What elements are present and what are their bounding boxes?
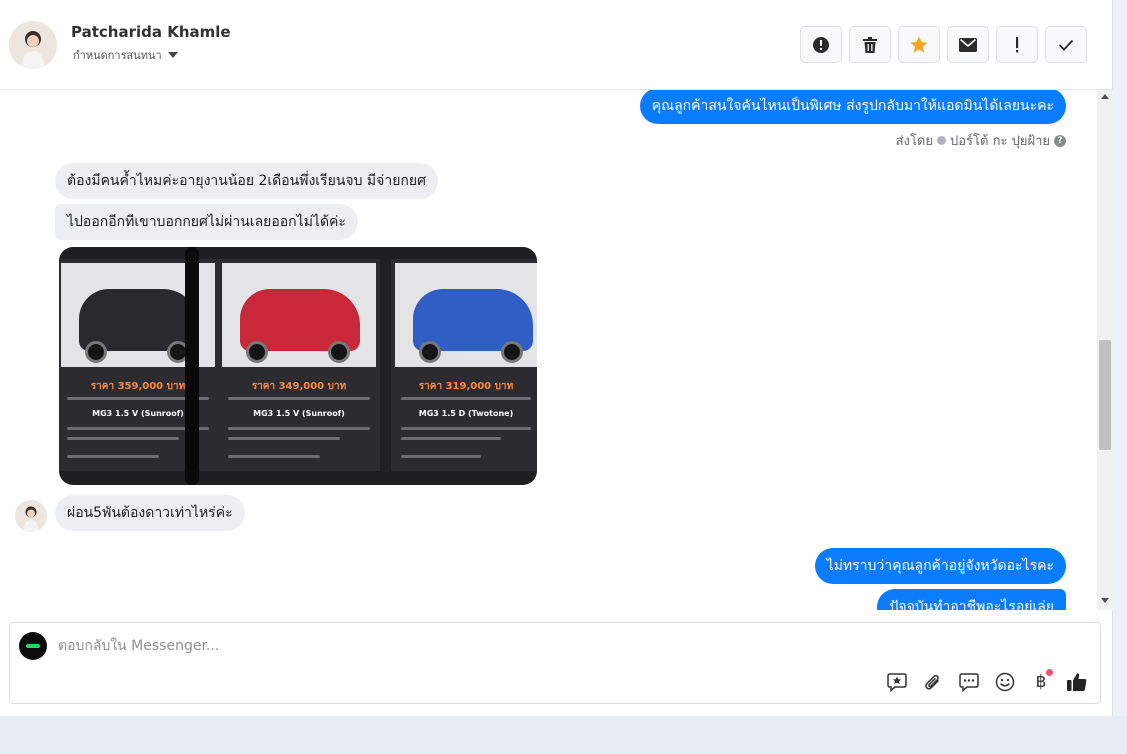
message-thread[interactable]: คุณลูกค้าสนใจคันไหนเป็นพิเศษ ส่งรูปกลับม… — [0, 90, 1097, 610]
sticker-button[interactable] — [884, 669, 910, 695]
image-attachment[interactable]: ราคา 359,000 บาท MG3 1.5 V (Sunroof) ราค… — [59, 247, 537, 485]
payment-button[interactable]: ฿ — [1028, 669, 1054, 695]
message-incoming[interactable]: ผ่อน5พันต้องดาวเท่าไหร่ค่ะ — [55, 495, 245, 531]
car-model: MG3 1.5 V (Sunroof) — [253, 409, 345, 418]
saved-reply-icon — [959, 673, 979, 692]
sent-by-label: ส่งโดย — [895, 134, 933, 149]
conversation-panel: Patcharida Khamle กำหนดการสนทนา คุณลูกค้… — [0, 0, 1113, 716]
star-button[interactable] — [898, 26, 940, 63]
assign-conversation-dropdown[interactable]: กำหนดการสนทนา — [73, 46, 178, 64]
attach-button[interactable] — [920, 669, 946, 695]
header-actions — [800, 26, 1087, 63]
car-listing-image: ราคา 349,000 บาท MG3 1.5 V (Sunroof) — [218, 259, 380, 471]
exclamation-icon — [1016, 36, 1019, 52]
window-edge — [1113, 0, 1127, 716]
sent-by-info: ส่งโดย ปอร์โต้ กะ ปุยฝ้าย ? — [896, 130, 1066, 151]
car-model: MG3 1.5 D (Twotone) — [418, 409, 514, 418]
envelope-icon — [959, 37, 977, 52]
reply-composer: ฿ — [9, 622, 1101, 704]
help-icon[interactable]: ? — [1054, 134, 1066, 147]
message-incoming[interactable]: ต้องมีคนค้ำไหมค่ะอายุงานน้อย 2เดือนพึ่งเ… — [55, 163, 438, 199]
message-outgoing[interactable]: ไม่ทราบว่าคุณลูกค้าอยู่จังหวัดอะไรคะ — [814, 548, 1066, 584]
sender-name: ปอร์โต้ กะ ปุยฝ้าย — [950, 134, 1050, 149]
reply-input[interactable] — [58, 635, 758, 657]
conversation-header: Patcharida Khamle กำหนดการสนทนา — [0, 0, 1113, 90]
alert-circle-icon — [813, 36, 829, 53]
contact-avatar[interactable] — [9, 21, 57, 69]
paperclip-icon — [925, 674, 939, 690]
check-icon — [1058, 39, 1074, 51]
page-avatar — [19, 632, 47, 660]
car-price: ราคา 319,000 บาท — [418, 381, 514, 392]
trash-icon — [863, 36, 877, 53]
scroll-down-arrow-icon[interactable] — [1101, 598, 1109, 603]
caret-down-icon — [167, 52, 178, 58]
scroll-thumb[interactable] — [1099, 340, 1111, 450]
car-price: ราคา 349,000 บาท — [251, 381, 347, 392]
baht-icon: ฿ — [1035, 672, 1047, 692]
contact-name: Patcharida Khamle — [71, 23, 231, 41]
sticker-icon — [887, 673, 907, 692]
contact-avatar-small[interactable] — [15, 500, 47, 532]
notification-dot — [1046, 669, 1053, 676]
star-icon — [910, 36, 928, 53]
emoji-icon — [995, 672, 1015, 692]
composer-tools: ฿ — [884, 669, 1090, 695]
message-incoming[interactable]: ไปออกอีกทีเขาบอกกยศไม่ผ่านเลยออกไม่ได้ค่… — [55, 204, 358, 240]
scroll-up-arrow-icon[interactable] — [1101, 94, 1109, 99]
emoji-button[interactable] — [992, 669, 1018, 695]
done-button[interactable] — [1045, 26, 1087, 63]
page-bottom-area — [0, 716, 1127, 754]
message-outgoing[interactable]: ปัจจุบันทำอาชีพอะไรอยู่เล่ย — [877, 589, 1066, 610]
car-listing-image: ราคา 319,000 บาท MG3 1.5 D (Twotone) — [391, 259, 537, 471]
saved-replies-button[interactable] — [956, 669, 982, 695]
thread-scrollbar[interactable] — [1097, 90, 1113, 610]
assign-label: กำหนดการสนทนา — [73, 49, 162, 62]
thumbs-up-icon — [1067, 673, 1087, 691]
like-button[interactable] — [1064, 669, 1090, 695]
mark-unread-button[interactable] — [947, 26, 989, 63]
delete-button[interactable] — [849, 26, 891, 63]
message-outgoing[interactable]: คุณลูกค้าสนใจคันไหนเป็นพิเศษ ส่งรูปกลับม… — [639, 90, 1066, 124]
report-button[interactable] — [800, 26, 842, 63]
important-button[interactable] — [996, 26, 1038, 63]
agent-status-icon — [937, 136, 946, 145]
